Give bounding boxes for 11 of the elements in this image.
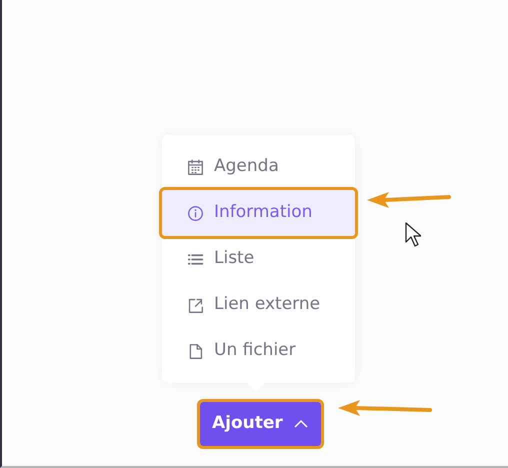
external-link-icon bbox=[187, 296, 204, 314]
file-icon bbox=[187, 342, 204, 360]
add-button[interactable]: Ajouter bbox=[200, 402, 321, 446]
info-icon bbox=[187, 204, 204, 222]
menu-item[interactable]: Liste bbox=[162, 236, 355, 282]
calendar-icon bbox=[187, 158, 204, 176]
menu-item[interactable]: Agenda bbox=[162, 144, 355, 190]
menu-item[interactable]: Un fichier bbox=[162, 328, 355, 374]
menu-item[interactable]: Information bbox=[162, 190, 355, 236]
menu-item[interactable]: Lien externe bbox=[162, 282, 355, 328]
mouse-cursor-icon bbox=[405, 222, 421, 248]
